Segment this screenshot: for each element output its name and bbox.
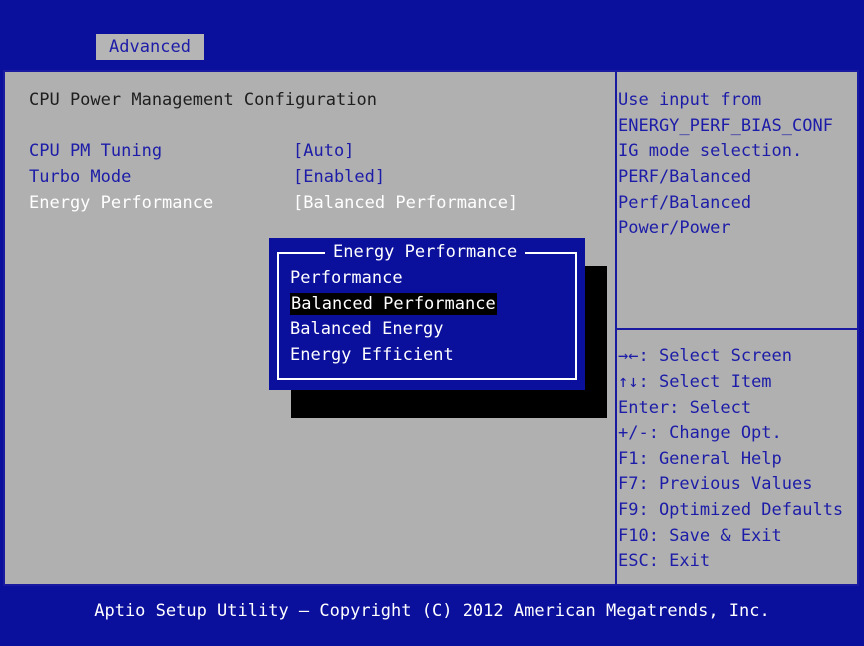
top-menu-bar: Advanced [0,0,864,60]
footer-copyright: Aptio Setup Utility – Copyright (C) 2012… [94,601,770,621]
setting-label-cpu-pm-tuning[interactable]: CPU PM Tuning [29,141,162,161]
key-f1: F1: General Help [618,449,782,469]
help-line: Perf/Balanced [618,193,752,213]
key-select-item: ↑↓: Select Item [618,372,772,392]
arrows-up-down-icon: ↑↓ [618,372,639,392]
page-title: CPU Power Management Configuration [29,90,377,110]
help-line: IG mode selection. [618,141,803,161]
popup-option-energy-efficient[interactable]: Energy Efficient [290,344,454,366]
help-line: Power/Power [618,218,731,238]
setting-value-energy-performance[interactable]: [Balanced Performance] [293,193,518,213]
key-change-opt: +/-: Change Opt. [618,423,782,443]
key-f7: F7: Previous Values [618,474,813,494]
setting-value-cpu-pm-tuning[interactable]: [Auto] [293,141,354,161]
tab-advanced[interactable]: Advanced [96,34,204,60]
setting-value-turbo-mode[interactable]: [Enabled] [293,167,385,187]
key-f9: F9: Optimized Defaults [618,500,844,520]
help-line: Use input from [618,90,762,110]
key-enter: Enter: Select [618,398,752,418]
key-select-screen: →←: Select Screen [618,346,793,366]
setting-label-energy-performance[interactable]: Energy Performance [29,193,213,213]
key-f10: F10: Save & Exit [618,526,782,546]
key-esc: ESC: Exit [618,551,711,571]
energy-performance-popup: Energy Performance Performance Balanced … [269,238,585,390]
popup-title: Energy Performance [325,242,526,262]
arrows-left-right-icon: →← [618,346,639,366]
setting-label-turbo-mode[interactable]: Turbo Mode [29,167,131,187]
help-divider [617,328,859,330]
popup-option-performance[interactable]: Performance [290,267,403,289]
popup-option-balanced-performance[interactable]: Balanced Performance [290,293,497,315]
help-line: PERF/Balanced [618,167,752,187]
help-line: ENERGY_PERF_BIAS_CONF [618,116,833,136]
popup-option-balanced-energy[interactable]: Balanced Energy [290,318,444,340]
